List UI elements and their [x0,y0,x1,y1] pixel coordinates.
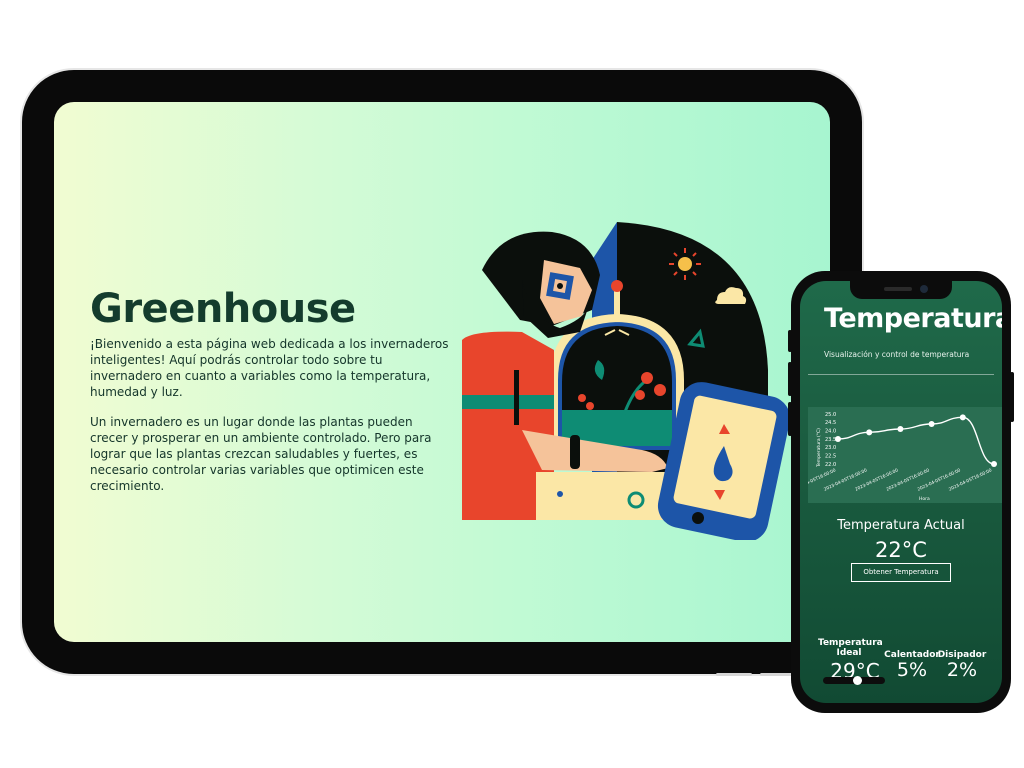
intro-paragraph: ¡Bienvenido a esta página web dedicada a… [90,337,449,399]
data-point [866,429,873,436]
y-tick-label: 22.5 [825,453,836,459]
temperature-chart-svg: Temperatura (°C) Hora 25.0 24.5 24.0 23.5 23… [808,412,997,502]
y-tick-label: 23.0 [825,445,836,451]
screen-title: Temperatura [824,303,1002,334]
data-point [991,461,997,467]
ideal-temperature-label: Temperatura Ideal [818,638,883,658]
tablet-device: Greenhouse ¡Bienvenido a esta página web… [22,70,862,674]
temperature-chart: Temperatura (°C) Hora 25.0 24.5 24.0 23.5 23… [808,407,1002,503]
phone-device: Temperatura Visualización y control de t… [791,271,1011,713]
data-point [928,421,935,427]
screen-subtitle: Visualización y control de temperatura [824,350,970,359]
current-temperature-label: Temperatura Actual [837,518,965,533]
y-tick-label: 25.0 [825,412,836,418]
hero-section: Greenhouse ¡Bienvenido a esta página web… [90,286,450,508]
phone-screen: Temperatura Visualización y control de t… [800,281,1002,703]
speaker [884,287,912,291]
heater-value: 5% [896,659,928,681]
phone-notch [850,281,952,299]
data-point [959,414,966,421]
chart-ylabel: Temperatura (°C) [816,428,822,468]
divider [808,374,994,375]
ideal-label-line2: Ideal [836,648,862,658]
current-temperature-value: 22°C [875,538,927,562]
ideal-label-line1: Temperatura [818,638,883,648]
y-tick-label: 22.0 [825,462,836,468]
ideal-temperature-slider[interactable] [823,676,885,685]
camera-icon [920,285,928,293]
get-temperature-button[interactable]: Obtener Temperatura [851,563,951,582]
data-point [897,426,904,432]
slider-thumb[interactable] [852,676,862,685]
chart-xlabel: Hora [919,496,930,502]
tablet-hardware-button [716,673,752,676]
y-tick-label: 23.5 [825,437,836,443]
data-point [835,436,841,442]
series-line [837,416,995,465]
y-tick-label: 24.5 [825,420,836,426]
page-title: Greenhouse [90,286,356,332]
fan-value: 2% [946,659,978,681]
description-paragraph: Un invernadero es un lugar donde las pla… [90,415,432,493]
y-tick-label: 24.0 [825,428,836,434]
greenhouse-illustration [462,222,791,540]
tablet-screen: Greenhouse ¡Bienvenido a esta página web… [54,102,830,642]
